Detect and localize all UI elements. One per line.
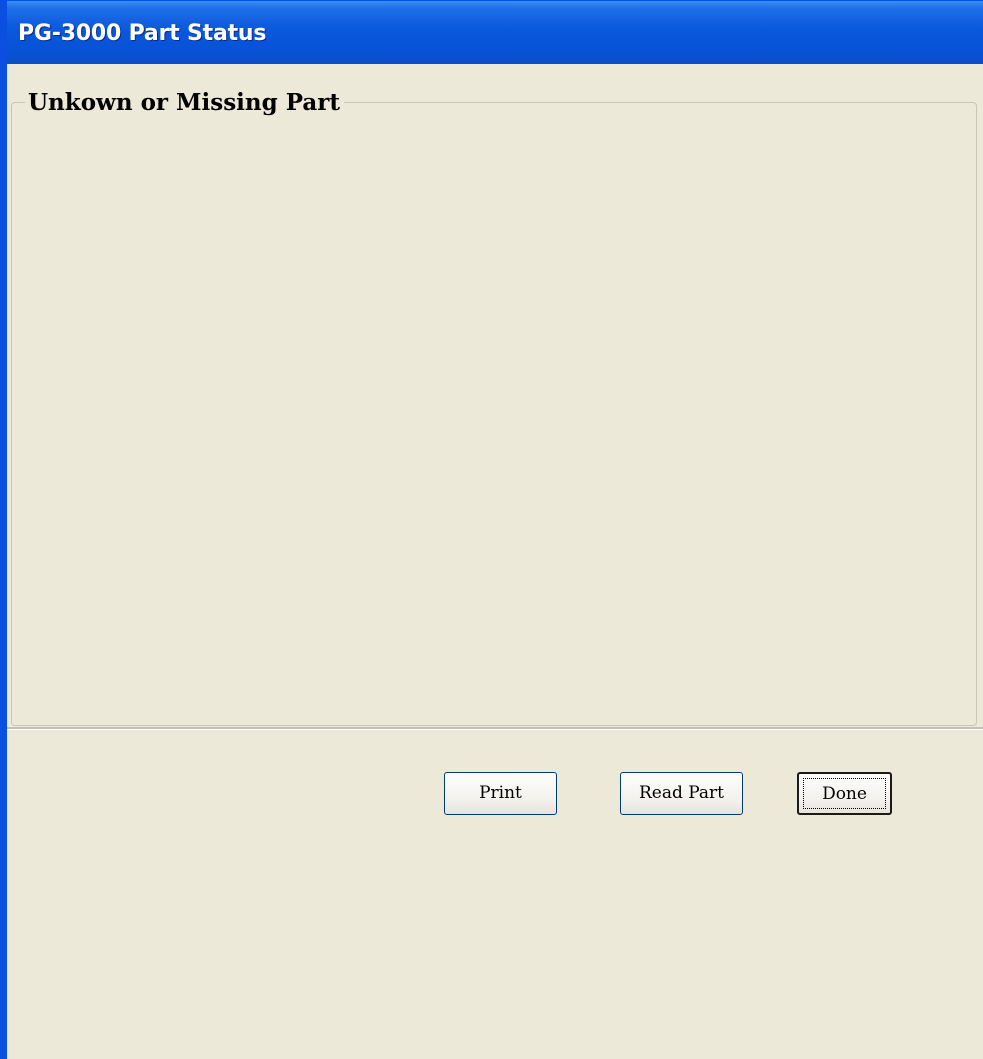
footer-divider xyxy=(7,727,983,730)
read-part-button[interactable]: Read Part xyxy=(620,772,743,815)
part-groupbox xyxy=(11,102,977,726)
groupbox-legend: Unkown or Missing Part xyxy=(25,89,345,117)
print-button[interactable]: Print xyxy=(444,772,557,815)
title-bar[interactable]: PG-3000 Part Status xyxy=(7,1,983,64)
window-title: PG-3000 Part Status xyxy=(18,21,267,46)
done-button[interactable]: Done xyxy=(797,772,892,815)
part-status-window: PG-3000 Part Status Unkown or Missing Pa… xyxy=(0,0,983,1059)
done-button-label: Done xyxy=(822,784,867,804)
